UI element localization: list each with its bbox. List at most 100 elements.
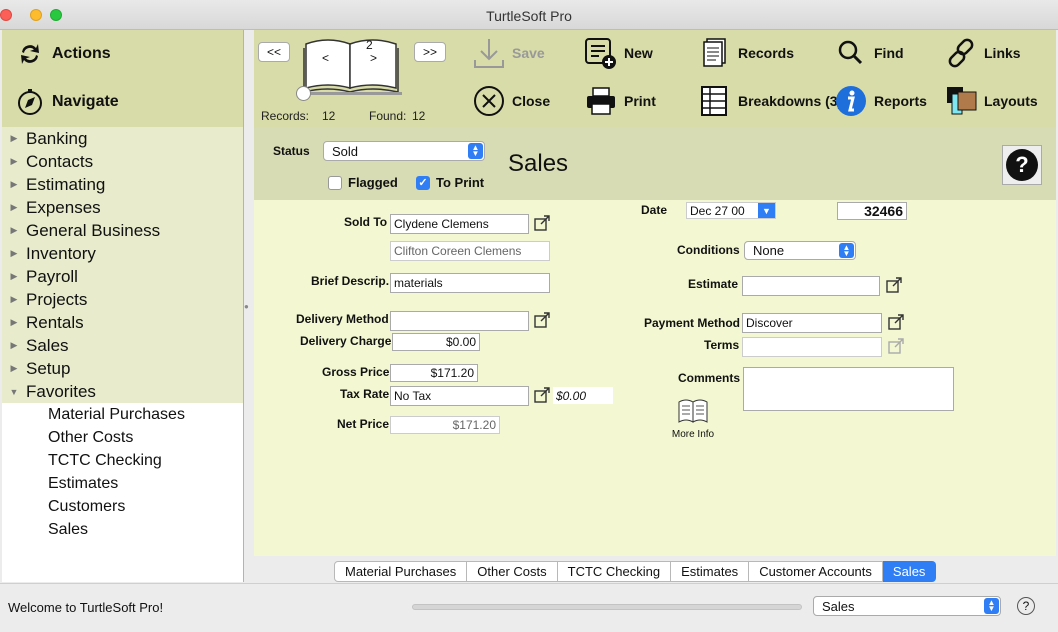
conditions-select[interactable]: None ▲ ▼ [744,241,856,260]
sidebar-item-estimating[interactable]: ▶ Estimating [2,173,243,196]
sidebar-item-contacts[interactable]: ▶ Contacts [2,150,243,173]
external-link-icon[interactable] [534,312,550,328]
splitter-handle[interactable]: ● [244,302,249,311]
disclosure-right-icon[interactable]: ▶ [2,225,26,236]
new-label: New [624,45,653,61]
layouts-button[interactable]: Layouts [944,84,1038,118]
external-link-icon[interactable] [534,387,550,403]
sidebar-subitem-material-purchases[interactable]: Material Purchases [2,403,243,426]
book-page-forward[interactable]: > [370,51,377,65]
sidebar-subitem-customers[interactable]: Customers [2,495,243,518]
disclosure-down-icon[interactable]: ▼ [2,387,26,397]
tax-rate-label: Tax Rate [340,387,390,401]
magnifier-icon [834,36,868,70]
sold-to-secondary-field[interactable]: Clifton Coreen Clemens [390,241,550,261]
date-field[interactable]: Dec 27 00 ▼ [686,202,776,219]
layout-select[interactable]: Sales ▲ ▼ [813,596,1001,616]
tab-estimates[interactable]: Estimates [671,561,750,582]
disclosure-right-icon[interactable]: ▶ [2,156,26,167]
external-link-icon[interactable] [888,338,904,354]
terms-label: Terms [704,338,740,352]
disclosure-right-icon[interactable]: ▶ [2,133,26,144]
reports-button[interactable]: Reports [834,84,927,118]
records-button[interactable]: Records [698,36,794,70]
previous-record-button[interactable]: << [258,42,290,62]
disclosure-right-icon[interactable]: ▶ [2,317,26,328]
book-page-back[interactable]: < [322,51,329,65]
sidebar-item-label: Contacts [26,151,94,171]
comments-field[interactable] [743,367,954,411]
disclosure-right-icon[interactable]: ▶ [2,271,26,282]
sidebar-item-projects[interactable]: ▶ Projects [2,288,243,311]
record-header: Status Sold ▲ ▼ Flagged ✓ To Print Sales … [254,127,1056,200]
sidebar-item-label: Sales [26,335,69,355]
sidebar-item-general-business[interactable]: ▶ General Business [2,219,243,242]
layouts-icon [944,84,978,118]
delivery-method-field[interactable] [390,311,529,331]
book-icon[interactable]: 2 < > [302,36,400,94]
sold-to-field[interactable]: Clydene Clemens [390,214,529,234]
disclosure-right-icon[interactable]: ▶ [2,179,26,190]
find-button[interactable]: Find [834,36,904,70]
gross-price-field[interactable]: $171.20 [390,364,478,382]
record-slider-track[interactable] [302,92,402,95]
print-button[interactable]: Print [584,84,656,118]
actions-button[interactable]: Actions [16,38,111,70]
tab-material-purchases[interactable]: Material Purchases [334,561,468,582]
navigate-button[interactable]: Navigate [16,86,119,118]
page-title: Sales [508,150,569,177]
new-button[interactable]: New [584,36,653,70]
help-button[interactable]: ? [1002,145,1042,185]
estimate-field[interactable] [742,276,880,296]
status-label: Status [273,144,310,158]
found-count-label: Found: [369,109,407,123]
sidebar-item-expenses[interactable]: ▶ Expenses [2,196,243,219]
external-link-icon[interactable] [534,215,550,231]
disclosure-right-icon[interactable]: ▶ [2,248,26,259]
disclosure-right-icon[interactable]: ▶ [2,202,26,213]
sidebar-item-payroll[interactable]: ▶ Payroll [2,265,243,288]
flagged-checkbox[interactable]: Flagged [328,175,398,190]
external-link-icon[interactable] [888,314,904,330]
disclosure-right-icon[interactable]: ▶ [2,363,26,374]
disclosure-right-icon[interactable]: ▶ [2,294,26,305]
sidebar-subitem-estimates[interactable]: Estimates [2,472,243,495]
sidebar-subitem-tctc-checking[interactable]: TCTC Checking [2,449,243,472]
to-print-checkbox[interactable]: ✓ To Print [416,175,484,190]
sidebar-subitem-other-costs[interactable]: Other Costs [2,426,243,449]
links-button[interactable]: Links [944,36,1021,70]
more-info-button[interactable]: More Info [668,396,718,440]
sidebar-item-rentals[interactable]: ▶ Rentals [2,311,243,334]
sidebar-item-inventory[interactable]: ▶ Inventory [2,242,243,265]
tab-customer-accounts[interactable]: Customer Accounts [749,561,883,582]
save-button[interactable]: Save [472,36,545,70]
sidebar-item-favorites[interactable]: ▼ Favorites [2,380,243,403]
sold-to-label: Sold To [344,215,388,229]
help-icon[interactable]: ? [1017,597,1035,615]
sidebar-item-banking[interactable]: ▶ Banking [2,127,243,150]
checkmark-icon[interactable]: ✓ [416,175,430,190]
delivery-charge-field[interactable]: $0.00 [392,333,480,351]
sidebar-subitem-sales[interactable]: Sales [2,518,243,541]
sidebar-item-sales[interactable]: ▶ Sales [2,334,243,357]
checkbox-box[interactable] [328,175,342,190]
tab-tctc-checking[interactable]: TCTC Checking [557,561,672,582]
date-dropdown-icon[interactable]: ▼ [758,203,775,218]
breakdowns-button[interactable]: Breakdowns (3) [698,84,842,118]
sidebar-item-setup[interactable]: ▶ Setup [2,357,243,380]
tax-rate-field[interactable]: No Tax [390,386,529,406]
tab-sales[interactable]: Sales [882,561,937,582]
disclosure-right-icon[interactable]: ▶ [2,340,26,351]
sidebar-item-label: Estimating [26,174,106,194]
next-record-button[interactable]: >> [414,42,446,62]
terms-field[interactable] [742,337,882,357]
sidebar-item-label: Banking [26,128,88,148]
tab-other-costs[interactable]: Other Costs [467,561,558,582]
status-select[interactable]: Sold ▲ ▼ [323,141,485,161]
external-link-icon[interactable] [886,277,902,293]
record-slider-thumb[interactable] [296,86,311,101]
close-button[interactable]: Close [472,84,550,118]
conditions-value: None [753,243,785,258]
payment-method-field[interactable]: Discover [742,313,882,333]
brief-descrip-field[interactable]: materials [390,273,550,293]
